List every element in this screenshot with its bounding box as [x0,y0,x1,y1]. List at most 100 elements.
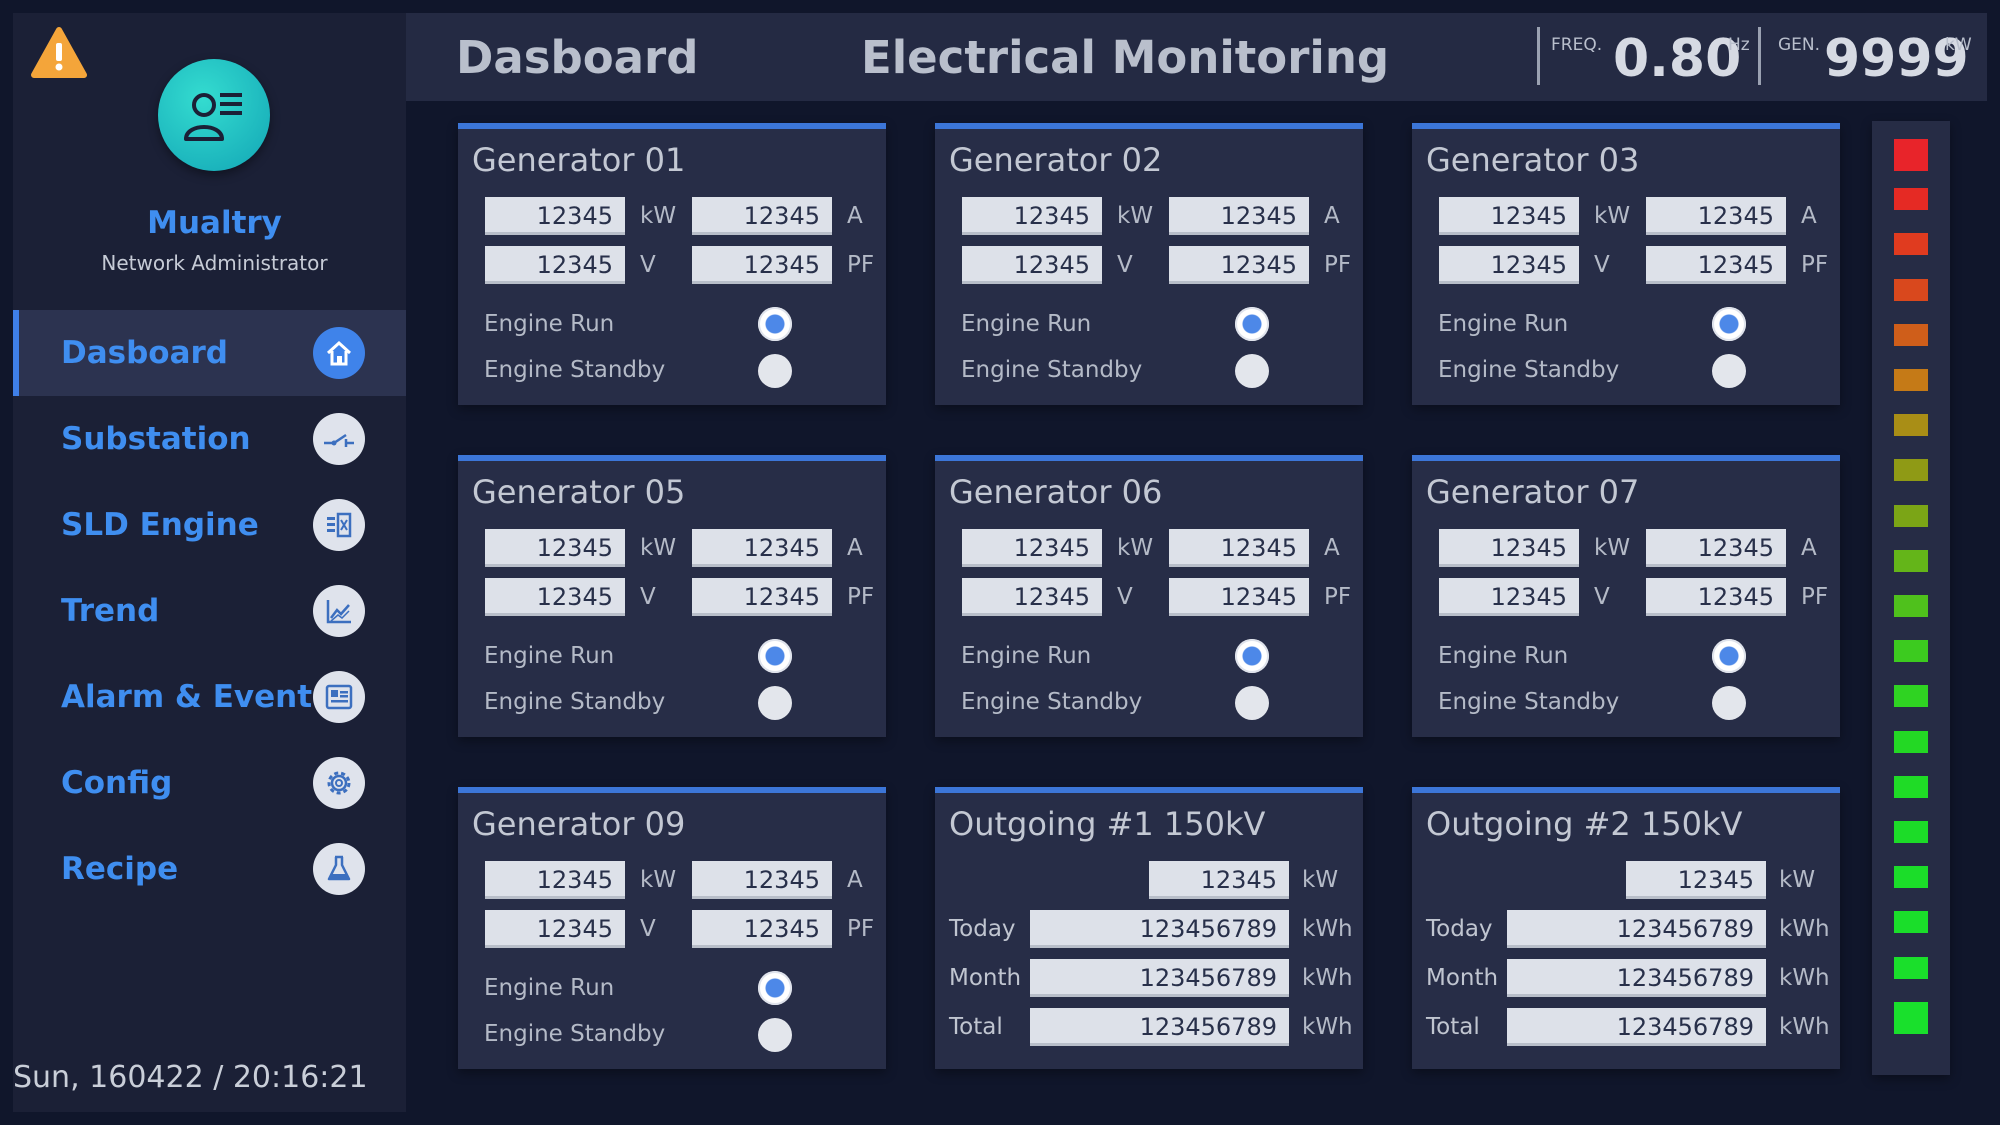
total-field[interactable]: 123456789 [1507,1008,1766,1046]
divider [1758,27,1761,85]
sidebar-item-dashboard[interactable]: Dasboard [13,310,406,396]
month-field[interactable]: 123456789 [1030,959,1289,997]
kw-unit: kW [640,535,677,561]
sld-icon[interactable] [313,499,365,551]
pf-unit: PF [847,916,875,942]
level-segment [1894,504,1928,527]
v-field[interactable]: 12345 [1439,578,1579,616]
sidebar-nav: Dasboard Substation SLD Engine Trend Ala… [13,310,406,912]
a-field[interactable]: 12345 [1169,197,1309,235]
engine-standby-label: Engine Standby [961,357,1143,383]
total-field[interactable]: 123456789 [1030,1008,1289,1046]
a-field[interactable]: 12345 [692,197,832,235]
sidebar-item-label: Config [61,765,173,801]
kw-field[interactable]: 12345 [1149,861,1289,899]
v-field[interactable]: 12345 [485,246,625,284]
pf-field[interactable]: 12345 [692,910,832,948]
avatar[interactable] [158,59,270,171]
month-field[interactable]: 123456789 [1507,959,1766,997]
page-title: Dasboard [456,31,699,84]
user-card-icon [184,93,242,141]
level-segment [1894,188,1928,211]
warning-triangle-icon[interactable] [30,25,88,83]
sidebar-item-config[interactable]: Config [13,740,406,826]
engine-standby-label: Engine Standby [1438,689,1620,715]
a-field[interactable]: 12345 [1169,529,1309,567]
gear-icon[interactable] [313,757,365,809]
kw-field[interactable]: 12345 [962,197,1102,235]
header: Dasboard Electrical Monitoring FREQ. 0.8… [406,13,1987,101]
kw-unit: kW [1594,203,1631,229]
today-field[interactable]: 123456789 [1030,910,1289,948]
sidebar-item-label: Trend [61,593,160,629]
outgoing-card: Outgoing #2 150kV 12345 kW Today 1234567… [1412,787,1840,1069]
engine-standby-label: Engine Standby [961,689,1143,715]
a-field[interactable]: 12345 [692,861,832,899]
gen-label: GEN. [1778,35,1821,55]
level-segment [1894,730,1928,753]
kw-field[interactable]: 12345 [485,861,625,899]
freq-unit: Hz [1728,35,1750,55]
engine-standby-indicator [758,1018,792,1052]
kw-field[interactable]: 12345 [1439,529,1579,567]
sidebar-item-trend[interactable]: Trend [13,568,406,654]
pf-field[interactable]: 12345 [692,246,832,284]
pf-unit: PF [1801,252,1829,278]
pf-unit: PF [847,584,875,610]
sidebar-item-label: Substation [61,421,251,457]
v-field[interactable]: 12345 [1439,246,1579,284]
v-field[interactable]: 12345 [485,910,625,948]
kw-field[interactable]: 12345 [962,529,1102,567]
alarm-list-icon[interactable] [313,671,365,723]
v-field[interactable]: 12345 [962,246,1102,284]
card-title: Outgoing #1 150kV [949,805,1266,843]
a-field[interactable]: 12345 [1646,529,1786,567]
today-label: Today [1426,916,1493,942]
pf-field[interactable]: 12345 [1646,246,1786,284]
engine-standby-indicator [1712,686,1746,720]
engine-standby-indicator [758,686,792,720]
engine-standby-indicator [1235,354,1269,388]
a-field[interactable]: 12345 [1646,197,1786,235]
pf-field[interactable]: 12345 [1169,246,1309,284]
trend-chart-icon[interactable] [313,585,365,637]
kw-field[interactable]: 12345 [485,529,625,567]
kw-unit: kW [1302,867,1339,893]
pf-field[interactable]: 12345 [692,578,832,616]
engine-standby-label: Engine Standby [484,1021,666,1047]
pf-field[interactable]: 12345 [1646,578,1786,616]
kw-field[interactable]: 12345 [1439,197,1579,235]
sidebar-item-recipe[interactable]: Recipe [13,826,406,912]
kw-field[interactable]: 12345 [1626,861,1766,899]
card-title: Generator 05 [472,473,686,511]
v-field[interactable]: 12345 [962,578,1102,616]
sidebar-item-substation[interactable]: Substation [13,396,406,482]
card-title: Generator 03 [1426,141,1640,179]
level-segment [1894,775,1928,798]
outgoing-card: Outgoing #1 150kV 12345 kW Today 1234567… [935,787,1363,1069]
pf-field[interactable]: 12345 [1169,578,1309,616]
a-unit: A [1324,203,1340,229]
sidebar-item-alarm-event[interactable]: Alarm & Event [13,654,406,740]
user-name: Mualtry [147,205,282,241]
pf-unit: PF [847,252,875,278]
v-field[interactable]: 12345 [485,578,625,616]
card-title: Generator 09 [472,805,686,843]
sidebar-item-sld-engine[interactable]: SLD Engine [13,482,406,568]
v-unit: V [1117,252,1133,278]
kw-unit: kW [1594,535,1631,561]
home-icon[interactable] [313,327,365,379]
engine-run-label: Engine Run [1438,311,1569,337]
engine-run-indicator [1712,307,1746,341]
level-segment [1894,139,1928,171]
engine-run-label: Engine Run [484,975,615,1001]
flask-icon[interactable] [313,843,365,895]
v-unit: V [640,252,656,278]
user-role: Network Administrator [101,251,328,275]
a-field[interactable]: 12345 [692,529,832,567]
kw-field[interactable]: 12345 [485,197,625,235]
switch-icon[interactable] [313,413,365,465]
today-field[interactable]: 123456789 [1507,910,1766,948]
engine-standby-indicator [1712,354,1746,388]
month-label: Month [1426,965,1499,991]
